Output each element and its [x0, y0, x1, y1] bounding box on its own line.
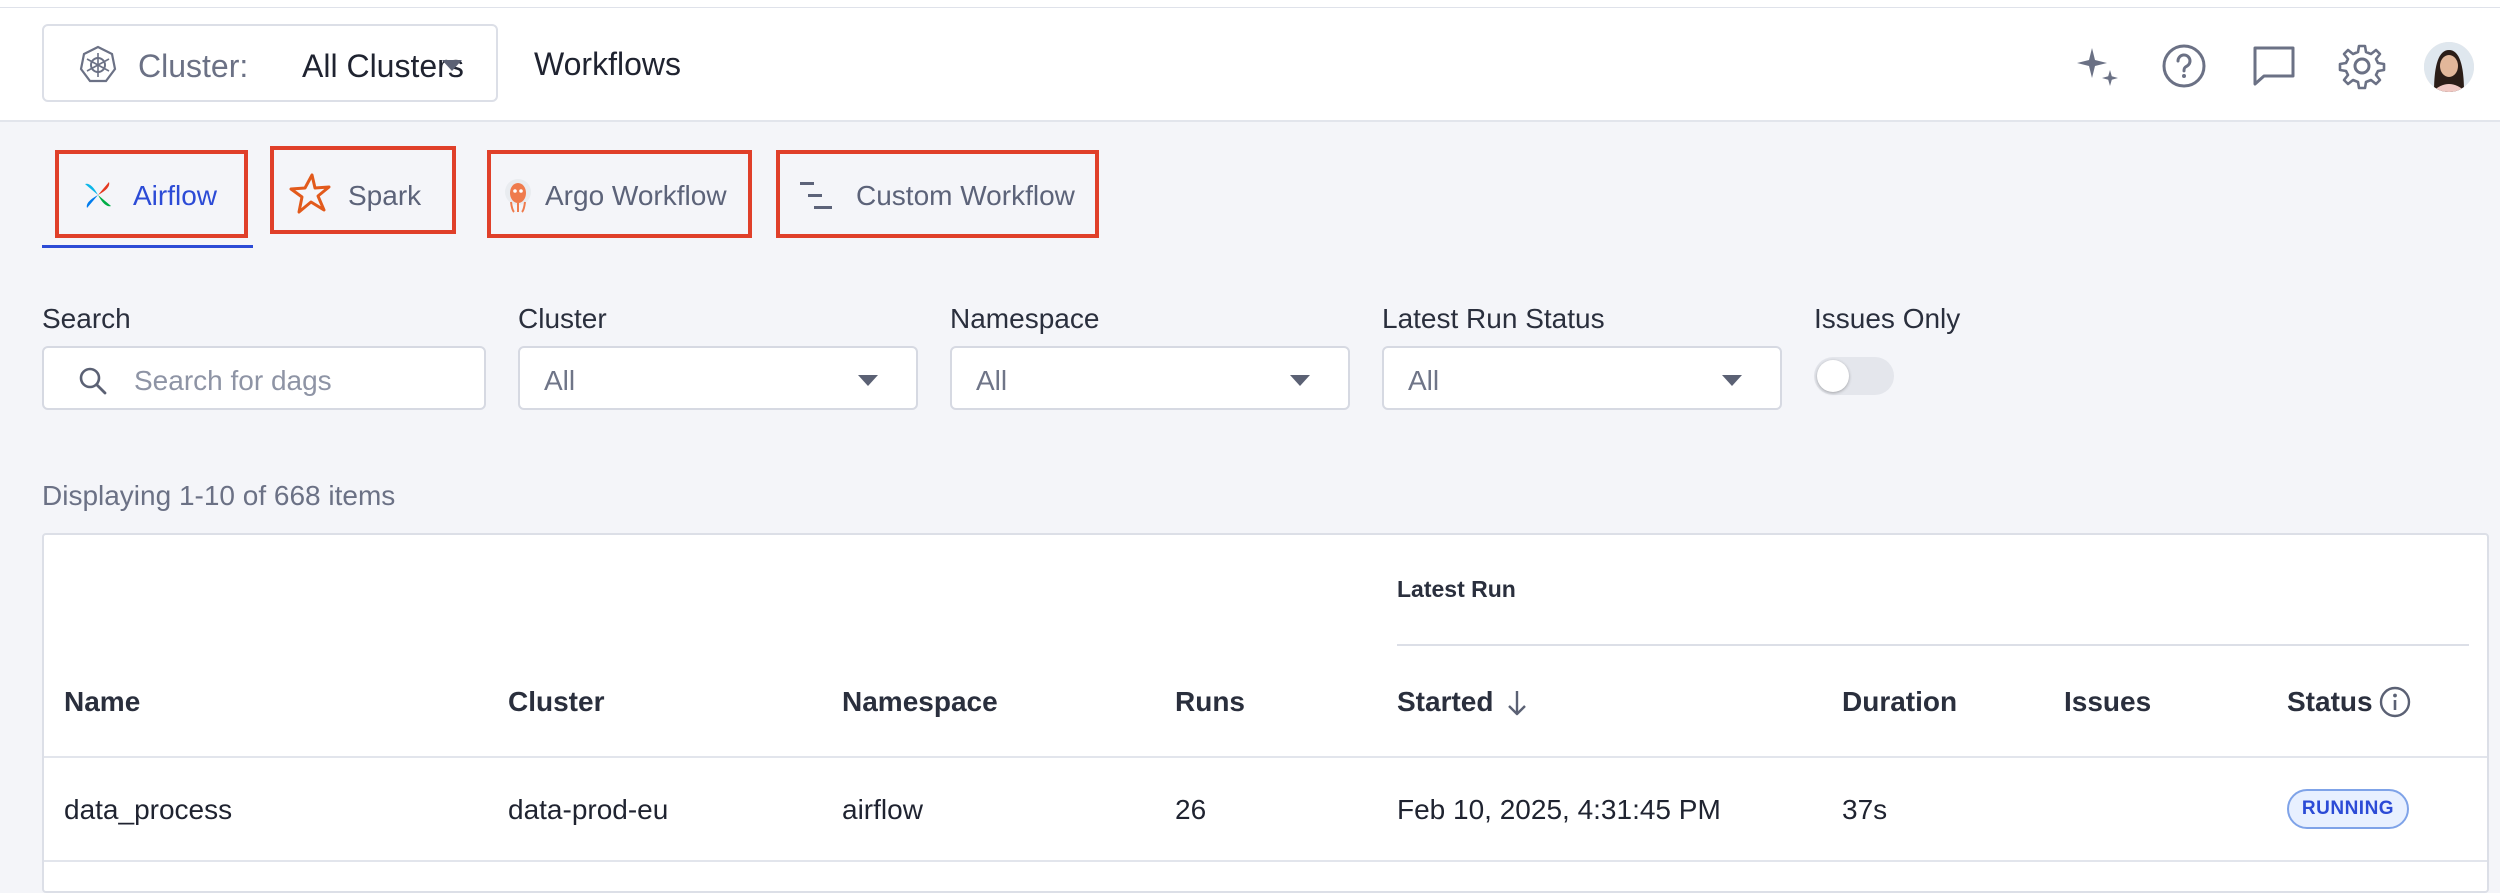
sparkle-ai-icon[interactable] — [2074, 42, 2122, 90]
column-header-duration[interactable]: Duration — [1842, 686, 1957, 718]
chevron-down-icon — [1722, 375, 1742, 386]
search-input[interactable]: Search for dags — [42, 346, 486, 410]
pagination-summary: Displaying 1-10 of 668 items — [42, 480, 396, 511]
namespace-filter-select[interactable]: All — [950, 346, 1350, 410]
avatar-portrait-icon — [2424, 42, 2474, 92]
tab-spark-label: Spark — [348, 180, 422, 211]
airflow-icon — [85, 182, 111, 208]
search-placeholder: Search for dags — [134, 365, 332, 396]
chat-icon[interactable] — [2250, 42, 2298, 90]
tab-custom-workflow[interactable]: Custom Workflow — [776, 150, 1099, 238]
tab-argo-workflow-label: Argo Workflow — [545, 180, 727, 211]
tab-spark[interactable]: Spark — [270, 146, 456, 234]
sort-descending-icon[interactable] — [1506, 688, 1528, 718]
cluster-filter-select[interactable]: All — [518, 346, 918, 410]
latest-run-group-header: Latest Run — [1397, 576, 1516, 602]
status-filter-value: All — [1408, 365, 1440, 396]
kubernetes-icon — [79, 45, 117, 83]
spark-star-icon — [289, 173, 331, 214]
cell-name[interactable]: data_process — [64, 794, 232, 826]
cell-cluster: data-prod-eu — [508, 794, 669, 825]
status-filter-select[interactable]: All — [1382, 346, 1782, 410]
status-badge: RUNNING — [2287, 789, 2409, 829]
tab-airflow-label: Airflow — [133, 180, 218, 211]
namespace-filter-value: All — [976, 365, 1008, 396]
column-header-started[interactable]: Started — [1397, 686, 1493, 718]
active-tab-indicator — [42, 245, 253, 248]
argo-octopus-icon — [505, 179, 531, 213]
row-divider — [44, 860, 2487, 862]
cell-duration: 37s — [1842, 794, 1888, 825]
gear-icon[interactable] — [2338, 42, 2386, 90]
cluster-filter-value: All — [544, 365, 576, 396]
toggle-knob — [1817, 360, 1849, 392]
chevron-down-icon — [858, 375, 878, 386]
tab-custom-workflow-label: Custom Workflow — [856, 180, 1075, 211]
chevron-down-icon — [442, 60, 462, 71]
page-title: Workflows — [534, 46, 681, 82]
chevron-down-icon — [1290, 375, 1310, 386]
top-border — [0, 0, 2500, 8]
column-header-issues[interactable]: Issues — [2064, 686, 2151, 718]
cluster-filter-label: Cluster — [518, 303, 607, 334]
cell-started: Feb 10, 2025, 4:31:45 PM — [1397, 794, 1721, 825]
namespace-filter-label: Namespace — [950, 303, 1100, 334]
column-header-namespace[interactable]: Namespace — [842, 686, 998, 718]
issues-only-label: Issues Only — [1814, 303, 1961, 334]
info-icon[interactable] — [2378, 685, 2412, 719]
status-filter-label: Latest Run Status — [1382, 303, 1605, 334]
user-avatar[interactable] — [2424, 42, 2474, 92]
issues-only-toggle[interactable] — [1814, 357, 1894, 395]
column-header-name[interactable]: Name — [64, 686, 140, 718]
cluster-selector-label: Cluster: — [138, 48, 249, 84]
cell-runs: 26 — [1175, 794, 1207, 825]
tab-airflow[interactable]: Airflow — [55, 150, 248, 238]
column-header-cluster[interactable]: Cluster — [508, 686, 604, 718]
cluster-selector-value: All Clusters — [302, 48, 464, 84]
top-header: Cluster: All Clusters Workflows — [0, 8, 2500, 122]
tab-argo-workflow[interactable]: Argo Workflow — [487, 150, 752, 238]
help-icon[interactable] — [2160, 42, 2208, 90]
search-label: Search — [42, 303, 131, 334]
table-header-divider — [44, 756, 2487, 758]
group-header-divider — [1397, 644, 2469, 646]
custom-workflow-icon — [800, 182, 832, 209]
column-header-status[interactable]: Status — [2287, 686, 2373, 718]
cluster-selector[interactable]: Cluster: All Clusters — [42, 24, 498, 102]
column-header-runs[interactable]: Runs — [1175, 686, 1245, 718]
cell-namespace: airflow — [842, 794, 923, 825]
search-icon — [79, 367, 107, 395]
